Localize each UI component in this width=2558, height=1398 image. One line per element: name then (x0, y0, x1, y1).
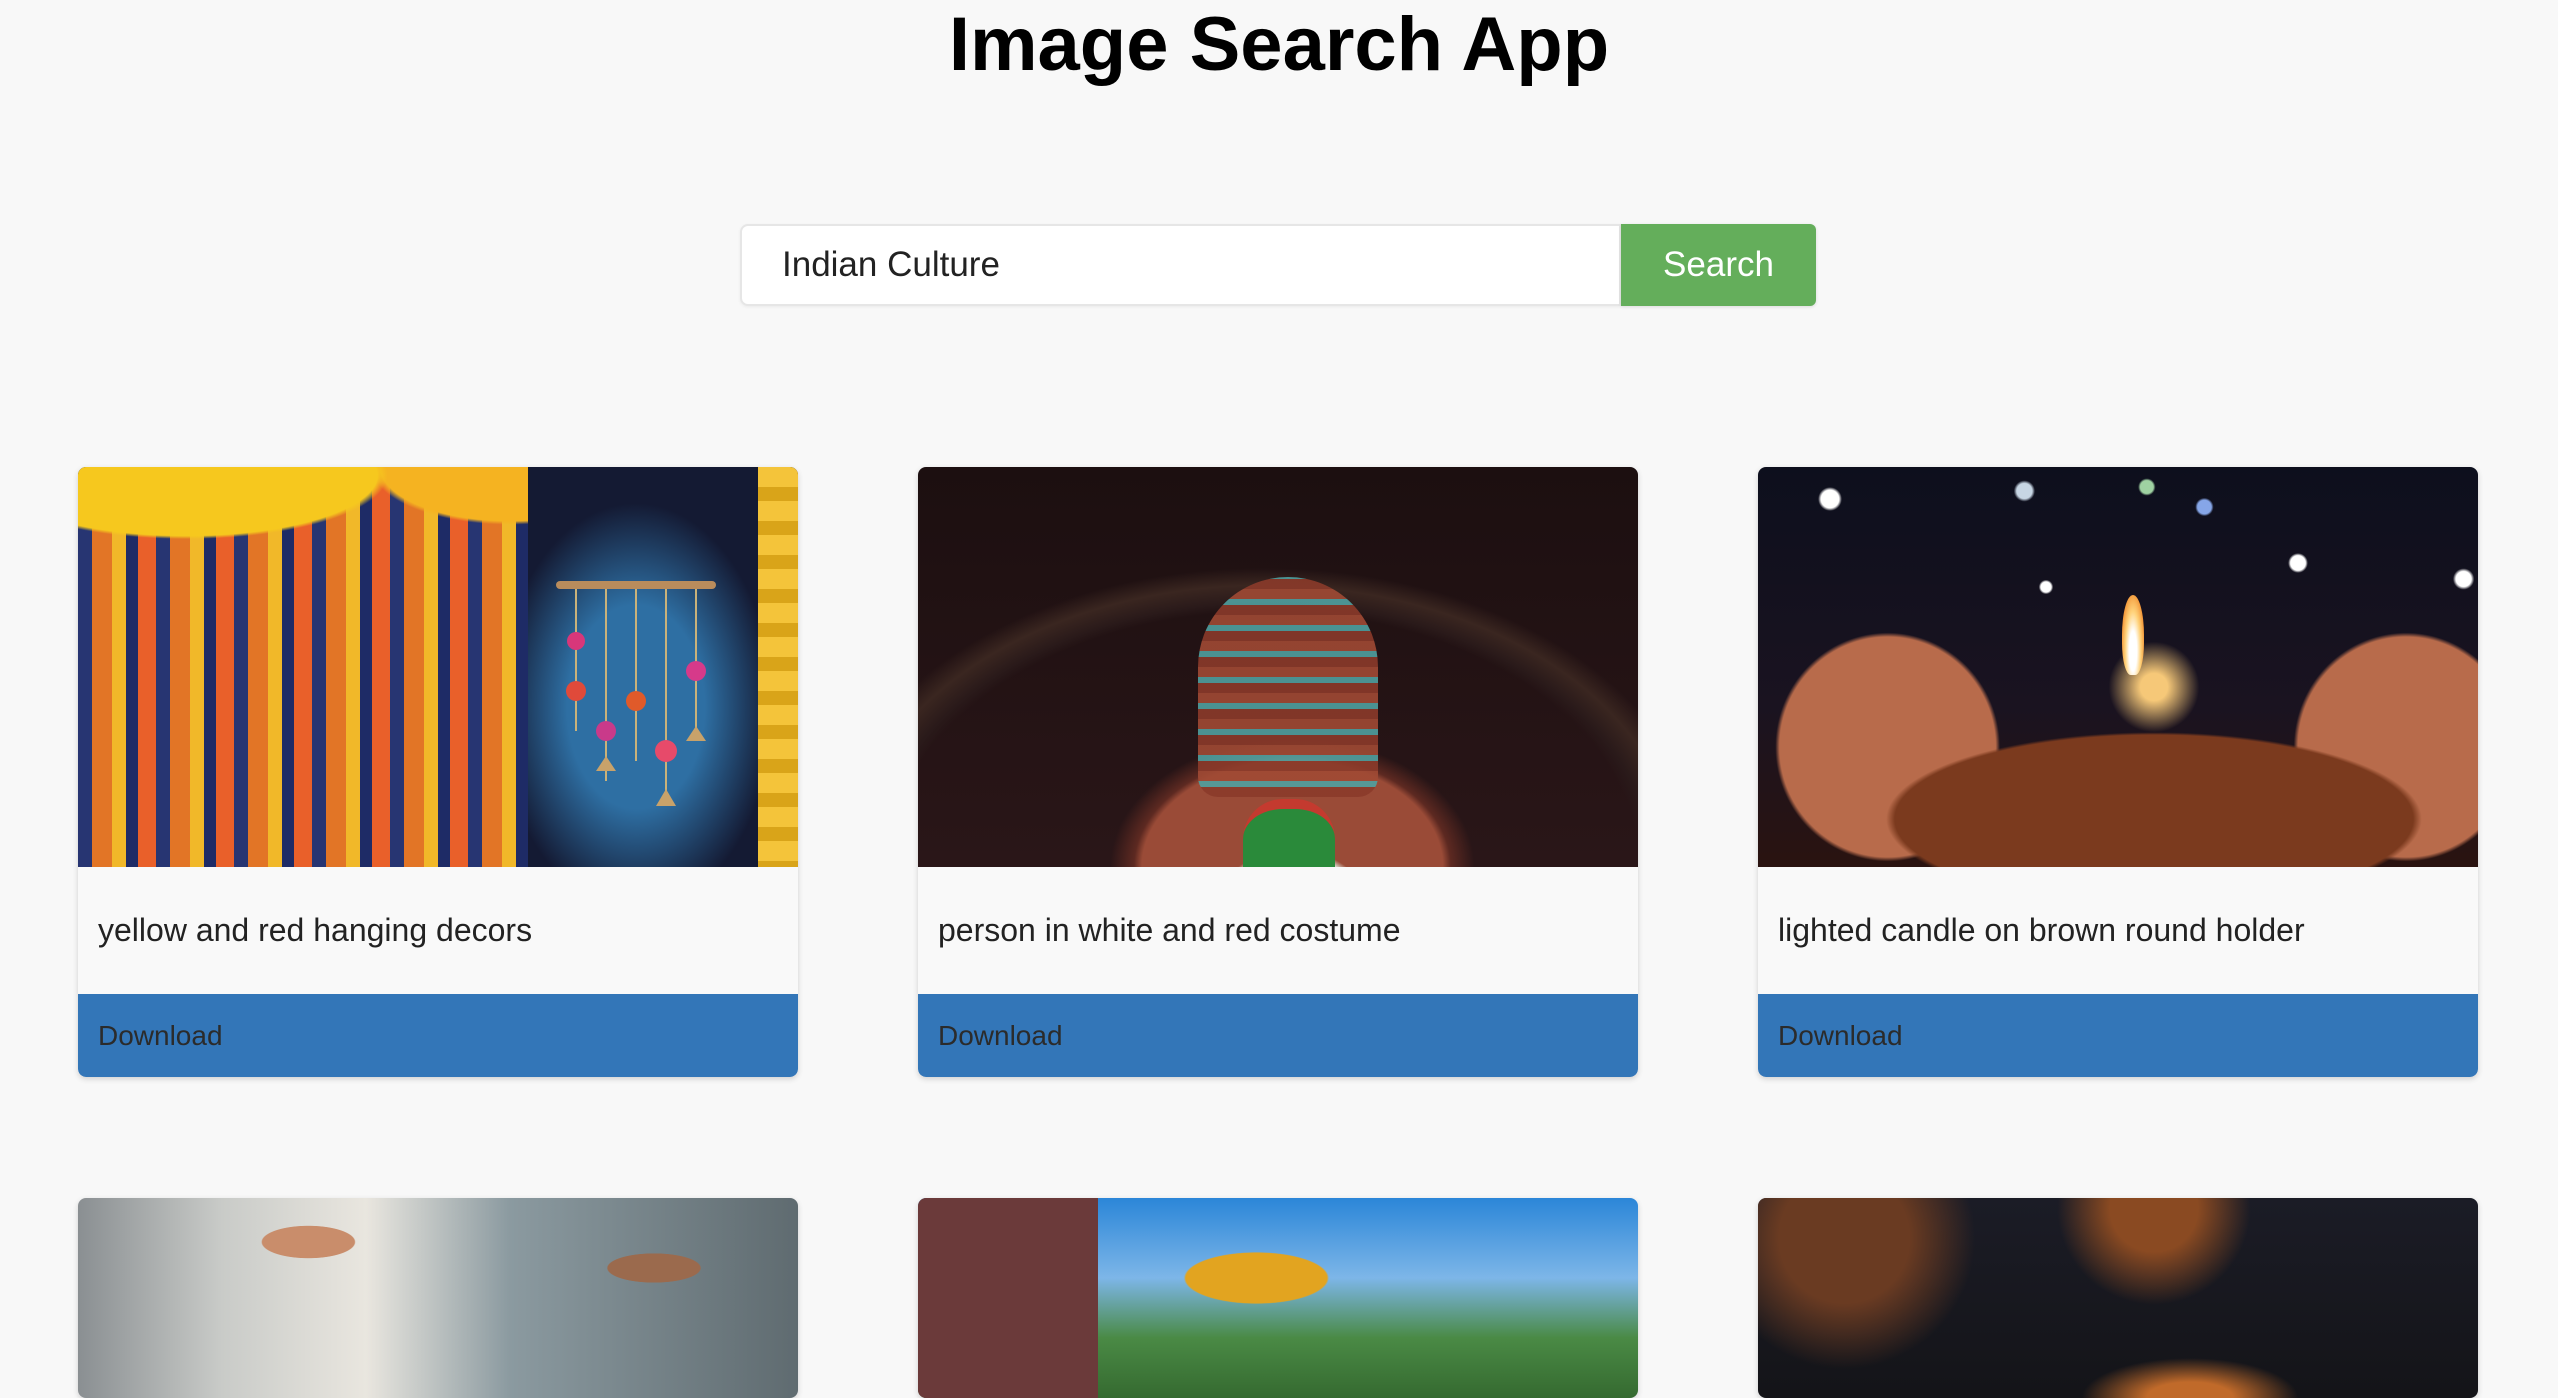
image-card (918, 1198, 1638, 1398)
flame-illustration (2122, 595, 2144, 675)
image-card (1758, 1198, 2478, 1398)
image-caption: lighted candle on brown round holder (1778, 912, 2305, 948)
image-card: yellow and red hanging decors Download (78, 467, 798, 1077)
download-button[interactable]: Download (918, 994, 1638, 1077)
headdress-illustration (1198, 577, 1378, 797)
search-input[interactable] (740, 224, 1621, 306)
result-image (1758, 467, 2478, 867)
result-image (78, 1198, 798, 1398)
search-form: Search (740, 224, 1816, 306)
result-image (78, 467, 798, 867)
download-button[interactable]: Download (1758, 994, 2478, 1077)
image-card: person in white and red costume Download (918, 467, 1638, 1077)
image-caption: person in white and red costume (938, 912, 1401, 948)
download-button[interactable]: Download (78, 994, 798, 1077)
wind-chime-illustration (556, 581, 716, 811)
image-card: lighted candle on brown round holder Dow… (1758, 467, 2478, 1077)
search-button[interactable]: Search (1621, 224, 1816, 306)
result-image (918, 467, 1638, 867)
image-caption: yellow and red hanging decors (98, 912, 533, 948)
page-title: Image Search App (948, 2, 1610, 87)
result-image (918, 1198, 1638, 1398)
image-card (78, 1198, 798, 1398)
face-illustration (1243, 799, 1335, 867)
result-image (1758, 1198, 2478, 1398)
